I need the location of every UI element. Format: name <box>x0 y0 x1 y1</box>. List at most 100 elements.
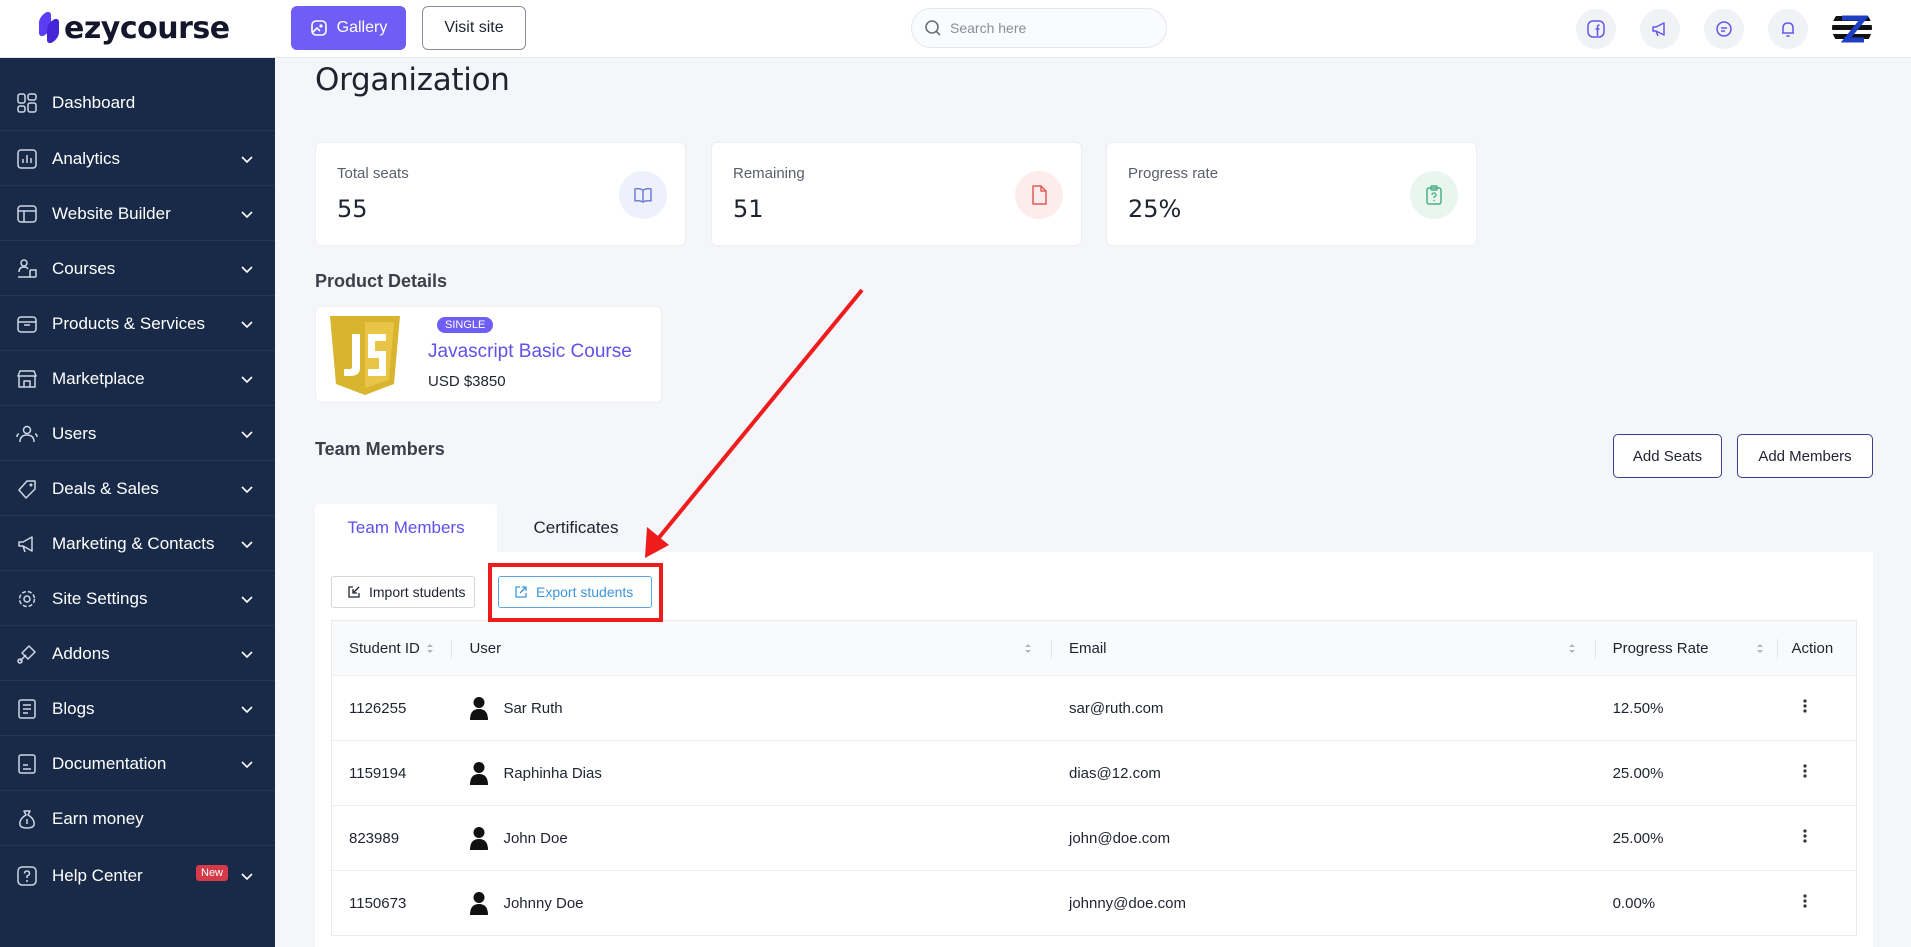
logo-text: ezycourse <box>64 10 230 46</box>
progress-cell: 25.00% <box>1612 764 1664 782</box>
tab-team-members[interactable]: Team Members <box>315 504 497 552</box>
product-details-heading: Product Details <box>315 271 448 291</box>
divider <box>0 570 275 571</box>
sidebar-item-analytics[interactable]: Analytics <box>0 137 275 181</box>
user-name: Raphinha Dias <box>503 764 602 782</box>
chevron-down-icon <box>241 156 253 164</box>
column-header-student-id[interactable]: Student ID <box>332 621 453 676</box>
sidebar-item-marketplace[interactable]: Marketplace <box>0 357 275 401</box>
email-cell: sar@ruth.com <box>1068 699 1164 717</box>
more-vertical-icon[interactable] <box>1803 893 1808 909</box>
divider <box>0 240 275 241</box>
product-card[interactable]: SINGLE Javascript Basic Course USD $3850 <box>315 306 662 403</box>
chevron-down-icon <box>241 266 253 274</box>
dashboard-icon <box>17 93 37 113</box>
megaphone-icon <box>18 536 33 553</box>
sidebar-item-dashboard[interactable]: Dashboard <box>0 81 275 125</box>
divider <box>0 845 275 846</box>
logo[interactable]: ezycourse <box>38 9 230 47</box>
sidebar: Dashboard Analytics Website Builder Cour… <box>0 58 275 947</box>
addons-icon <box>17 645 36 664</box>
action-cell <box>1778 871 1856 936</box>
sidebar-item-site-settings[interactable]: Site Settings <box>0 577 275 621</box>
student-id-cell: 823989 <box>349 829 400 847</box>
sidebar-item-documentation[interactable]: Documentation <box>0 742 275 786</box>
gallery-label: Gallery <box>336 19 388 36</box>
new-badge: New <box>196 865 229 881</box>
user-avatar-icon <box>470 762 489 785</box>
chevron-down-icon <box>241 541 253 549</box>
import-students-button[interactable]: Import students <box>331 576 475 608</box>
stat-card-progress-rate: Progress rate 25% <box>1106 142 1477 246</box>
logo-mark-icon <box>38 9 60 46</box>
action-cell <box>1778 806 1856 871</box>
student-id-cell: 1159194 <box>349 764 407 782</box>
user-name: Johnny Doe <box>503 894 584 912</box>
search-input[interactable] <box>950 20 1140 36</box>
messages-button[interactable] <box>1704 9 1744 49</box>
sidebar-item-earn-money[interactable]: Earn money <box>0 797 275 841</box>
column-header-user[interactable]: User <box>452 621 1052 676</box>
chevron-down-icon <box>241 486 253 494</box>
avatar[interactable] <box>1832 8 1872 48</box>
sidebar-item-users[interactable]: Users <box>0 412 275 456</box>
sidebar-item-deals-sales[interactable]: Deals & Sales <box>0 467 275 511</box>
avatar-logo-icon <box>1832 8 1872 48</box>
email-cell: johnny@doe.com <box>1068 894 1186 912</box>
facebook-button[interactable] <box>1576 9 1616 49</box>
sidebar-item-label: Marketplace <box>52 369 145 388</box>
email-cell: john@doe.com <box>1068 829 1171 847</box>
sidebar-item-website-builder[interactable]: Website Builder <box>0 192 275 236</box>
notifications-button[interactable] <box>1768 9 1808 49</box>
stat-label: Progress rate <box>1128 165 1219 182</box>
more-vertical-icon[interactable] <box>1803 828 1808 844</box>
gallery-button[interactable]: Gallery <box>291 6 406 50</box>
sidebar-item-blogs[interactable]: Blogs <box>0 687 275 731</box>
user-cell: Sar Ruth <box>452 676 1052 741</box>
progress-cell: 0.00% <box>1612 894 1656 912</box>
column-header-progress-rate[interactable]: Progress Rate <box>1596 621 1779 676</box>
divider <box>0 460 275 461</box>
product-type-badge: SINGLE <box>437 317 494 333</box>
website-builder-icon <box>17 205 37 223</box>
sidebar-item-products-services[interactable]: Products & Services <box>0 302 275 346</box>
visit-site-button[interactable]: Visit site <box>422 6 526 50</box>
search-box[interactable] <box>911 8 1167 48</box>
megaphone-icon <box>1652 22 1665 37</box>
sidebar-item-label: Help Center <box>52 866 143 885</box>
column-header-email[interactable]: Email <box>1052 621 1596 676</box>
add-seats-button[interactable]: Add Seats <box>1613 434 1722 478</box>
user-avatar-icon <box>470 892 489 915</box>
user-name: Sar Ruth <box>503 699 563 717</box>
chevron-down-icon <box>241 706 253 714</box>
chevron-down-icon <box>241 761 253 769</box>
product-price: USD $3850 <box>428 373 506 390</box>
analytics-icon <box>17 149 37 169</box>
email-cell: dias@12.com <box>1068 764 1161 782</box>
chevron-down-icon <box>241 321 253 329</box>
user-avatar-icon <box>470 697 489 720</box>
users-icon <box>16 425 38 443</box>
add-members-button[interactable]: Add Members <box>1737 434 1873 478</box>
sidebar-item-marketing-contacts[interactable]: Marketing & Contacts <box>0 522 275 566</box>
more-vertical-icon[interactable] <box>1803 763 1808 779</box>
javascript-logo-icon <box>330 316 400 395</box>
divider <box>0 405 275 406</box>
sidebar-item-label: Website Builder <box>52 204 171 223</box>
sidebar-item-addons[interactable]: Addons <box>0 632 275 676</box>
stat-icon-wrap <box>619 171 667 219</box>
product-name-link[interactable]: Javascript Basic Course <box>428 341 632 363</box>
tab-certificates[interactable]: Certificates <box>497 504 655 552</box>
user-cell: Johnny Doe <box>452 871 1052 936</box>
annotation-highlight-box <box>488 563 663 622</box>
action-cell <box>1778 741 1856 806</box>
file-icon <box>1032 185 1047 205</box>
divider <box>0 515 275 516</box>
announcements-button[interactable] <box>1640 9 1680 49</box>
more-vertical-icon[interactable] <box>1803 698 1808 714</box>
courses-icon <box>18 259 37 278</box>
sidebar-item-help-center[interactable]: Help Center New <box>0 854 275 898</box>
sidebar-item-label: Courses <box>52 259 116 278</box>
divider <box>0 295 275 296</box>
sidebar-item-courses[interactable]: Courses <box>0 247 275 291</box>
